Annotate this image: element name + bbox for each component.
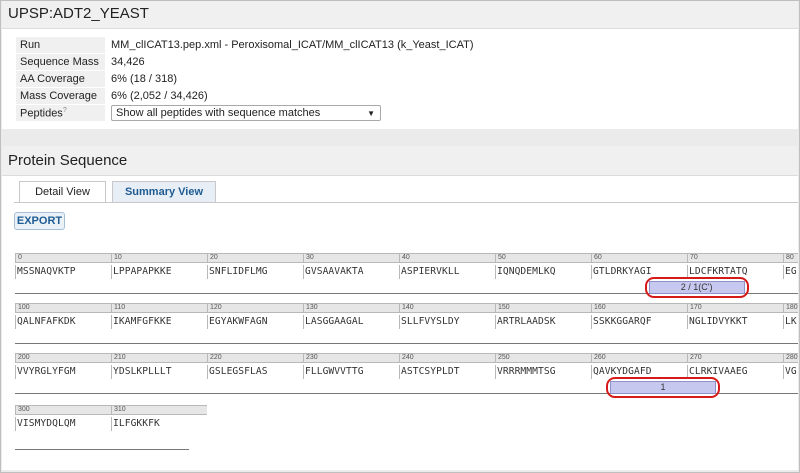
- sequence-title-bar: Protein Sequence: [2, 146, 798, 176]
- position-index: 40: [399, 253, 495, 263]
- residue-segment: NGLIDVYKKT: [687, 315, 783, 329]
- export-button[interactable]: EXPORT: [14, 212, 65, 230]
- position-index: 130: [303, 303, 399, 313]
- position-index: 10: [111, 253, 207, 263]
- position-index: 210: [111, 353, 207, 363]
- property-row-sequence-mass: Sequence Mass 34,426: [16, 53, 473, 71]
- position-index: 160: [591, 303, 687, 313]
- residue-segment: VG: [783, 365, 797, 379]
- property-row-mass-coverage: Mass Coverage 6% (2,052 / 34,426): [16, 87, 473, 105]
- position-index: 240: [399, 353, 495, 363]
- sequence-baseline: [15, 449, 189, 450]
- protein-info-panel: UPSP:ADT2_YEAST Run MM_clICAT13.pep.xml …: [2, 1, 798, 129]
- protein-title: UPSP:ADT2_YEAST: [8, 5, 149, 22]
- residue-segment: EGYAKWFAGN: [207, 315, 303, 329]
- peptides-label: Peptides: [20, 107, 63, 120]
- residue-segment: ARTRLAADSK: [495, 315, 591, 329]
- position-index: 0: [15, 253, 111, 263]
- sequence-section-title: Protein Sequence: [8, 152, 128, 169]
- residue-segment: IKAMFGFKKE: [111, 315, 207, 329]
- property-key: Mass Coverage: [16, 87, 105, 105]
- residue-segment: EG: [783, 265, 797, 279]
- chevron-down-icon: ▼: [367, 109, 375, 118]
- position-index: 270: [687, 353, 783, 363]
- position-index: 110: [111, 303, 207, 313]
- tab-detail-view[interactable]: Detail View: [19, 181, 106, 203]
- residue-segment: ASPIERVKLL: [399, 265, 495, 279]
- position-index: 200: [15, 353, 111, 363]
- residue-segment: GVSAAVAKTA: [303, 265, 399, 279]
- position-index: 120: [207, 303, 303, 313]
- position-index: 180: [783, 303, 798, 313]
- tab-summary-view[interactable]: Summary View: [112, 181, 216, 203]
- residue-segment: YDSLKPLLLT: [111, 365, 207, 379]
- residue-segment: IQNQDEMLKQ: [495, 265, 591, 279]
- residue-segment: ASTCSYPLDT: [399, 365, 495, 379]
- property-value: 6% (18 / 318): [111, 73, 178, 85]
- position-index: 250: [495, 353, 591, 363]
- residue-segment: SNFLIDFLMG: [207, 265, 303, 279]
- peptides-filter-select[interactable]: Show all peptides with sequence matches …: [111, 105, 381, 121]
- position-index: 100: [15, 303, 111, 313]
- property-key: AA Coverage: [16, 70, 105, 88]
- position-index: 20: [207, 253, 303, 263]
- position-index: 70: [687, 253, 783, 263]
- highlight-circle: [606, 377, 720, 398]
- residue-segment: SSKKGGARQF: [591, 315, 687, 329]
- residue-segment: LASGGAAGAL: [303, 315, 399, 329]
- residue-segment: VISMYDQLQM: [15, 417, 111, 431]
- peptides-filter-value: Show all peptides with sequence matches: [116, 107, 321, 119]
- property-key: Sequence Mass: [16, 53, 105, 71]
- position-index: 60: [591, 253, 687, 263]
- position-index: 220: [207, 353, 303, 363]
- highlight-circle: [644, 277, 749, 298]
- residue-segment: VRRRMMMTSG: [495, 365, 591, 379]
- position-index: 280: [783, 353, 798, 363]
- help-icon[interactable]: ?: [63, 107, 67, 114]
- property-value: MM_clICAT13.pep.xml - Peroxisomal_ICAT/M…: [111, 39, 474, 52]
- property-row-run: Run MM_clICAT13.pep.xml - Peroxisomal_IC…: [16, 37, 473, 54]
- property-value: Show all peptides with sequence matches …: [105, 105, 473, 122]
- protein-title-bar: UPSP:ADT2_YEAST: [2, 1, 798, 29]
- sequence-baseline: [15, 343, 798, 344]
- position-index: 310: [111, 405, 207, 415]
- residue-segment: ILFGKKFK: [111, 417, 207, 431]
- position-index: 230: [303, 353, 399, 363]
- position-index: 170: [687, 303, 783, 313]
- protein-properties-table: Run MM_clICAT13.pep.xml - Peroxisomal_IC…: [16, 37, 473, 122]
- residue-segment: GSLEGSFLAS: [207, 365, 303, 379]
- position-index: 50: [495, 253, 591, 263]
- position-index: 150: [495, 303, 591, 313]
- residue-segment: LK: [783, 315, 797, 329]
- property-key: Run: [16, 37, 105, 54]
- position-index: 30: [303, 253, 399, 263]
- protein-sequence-panel: Protein Sequence Detail View Summary Vie…: [2, 146, 798, 470]
- position-index: 300: [15, 405, 111, 415]
- property-value: 34,426: [111, 56, 145, 68]
- property-row-aa-coverage: AA Coverage 6% (18 / 318): [16, 70, 473, 88]
- property-value: 6% (2,052 / 34,426): [111, 90, 208, 102]
- residue-segment: MSSNAQVKTP: [15, 265, 111, 279]
- residue-segment: FLLGWVVTTG: [303, 365, 399, 379]
- tab-divider: [14, 202, 798, 203]
- residue-segment: VVYRGLYFGM: [15, 365, 111, 379]
- property-key: Peptides?: [16, 104, 105, 122]
- residue-segment: QALNFAFKDK: [15, 315, 111, 329]
- position-index: 140: [399, 303, 495, 313]
- position-index: 80: [783, 253, 798, 263]
- property-row-peptides: Peptides? Show all peptides with sequenc…: [16, 104, 473, 122]
- position-index: 260: [591, 353, 687, 363]
- residue-segment: LPPAPAPKKE: [111, 265, 207, 279]
- residue-segment: SLLFVYSLDY: [399, 315, 495, 329]
